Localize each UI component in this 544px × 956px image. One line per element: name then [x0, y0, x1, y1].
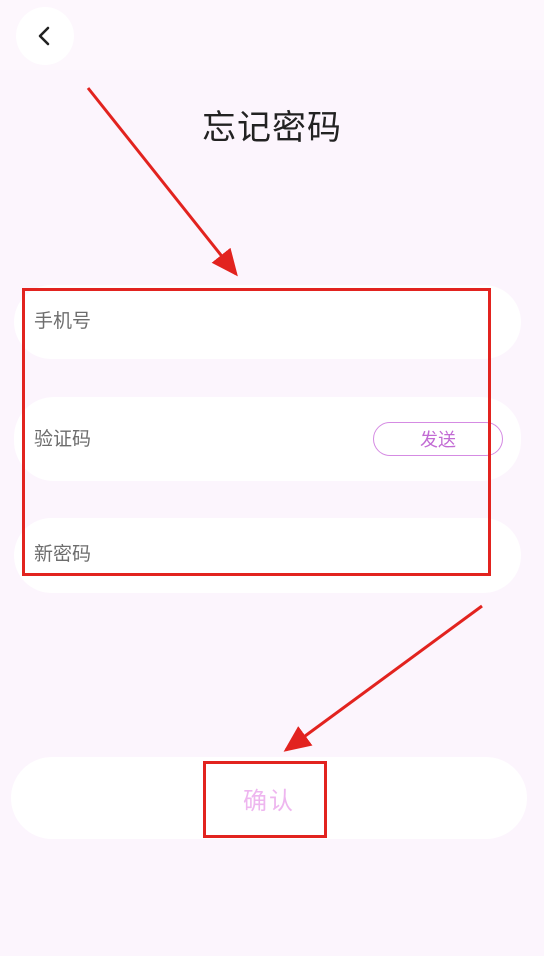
phone-field: [14, 285, 521, 359]
verification-code-input[interactable]: [34, 397, 364, 481]
back-button[interactable]: [16, 7, 74, 65]
annotation-arrow-confirm: [283, 604, 483, 752]
confirm-button[interactable]: 确认: [11, 757, 527, 839]
send-code-button[interactable]: 发送: [373, 422, 503, 456]
top-bar: [0, 0, 544, 70]
page-title: 忘记密码: [202, 108, 342, 148]
phone-input[interactable]: [34, 285, 364, 357]
verification-code-field: 发送: [14, 397, 521, 481]
new-password-field: [14, 518, 521, 593]
new-password-input[interactable]: [34, 518, 364, 590]
chevron-left-icon: [38, 26, 50, 46]
